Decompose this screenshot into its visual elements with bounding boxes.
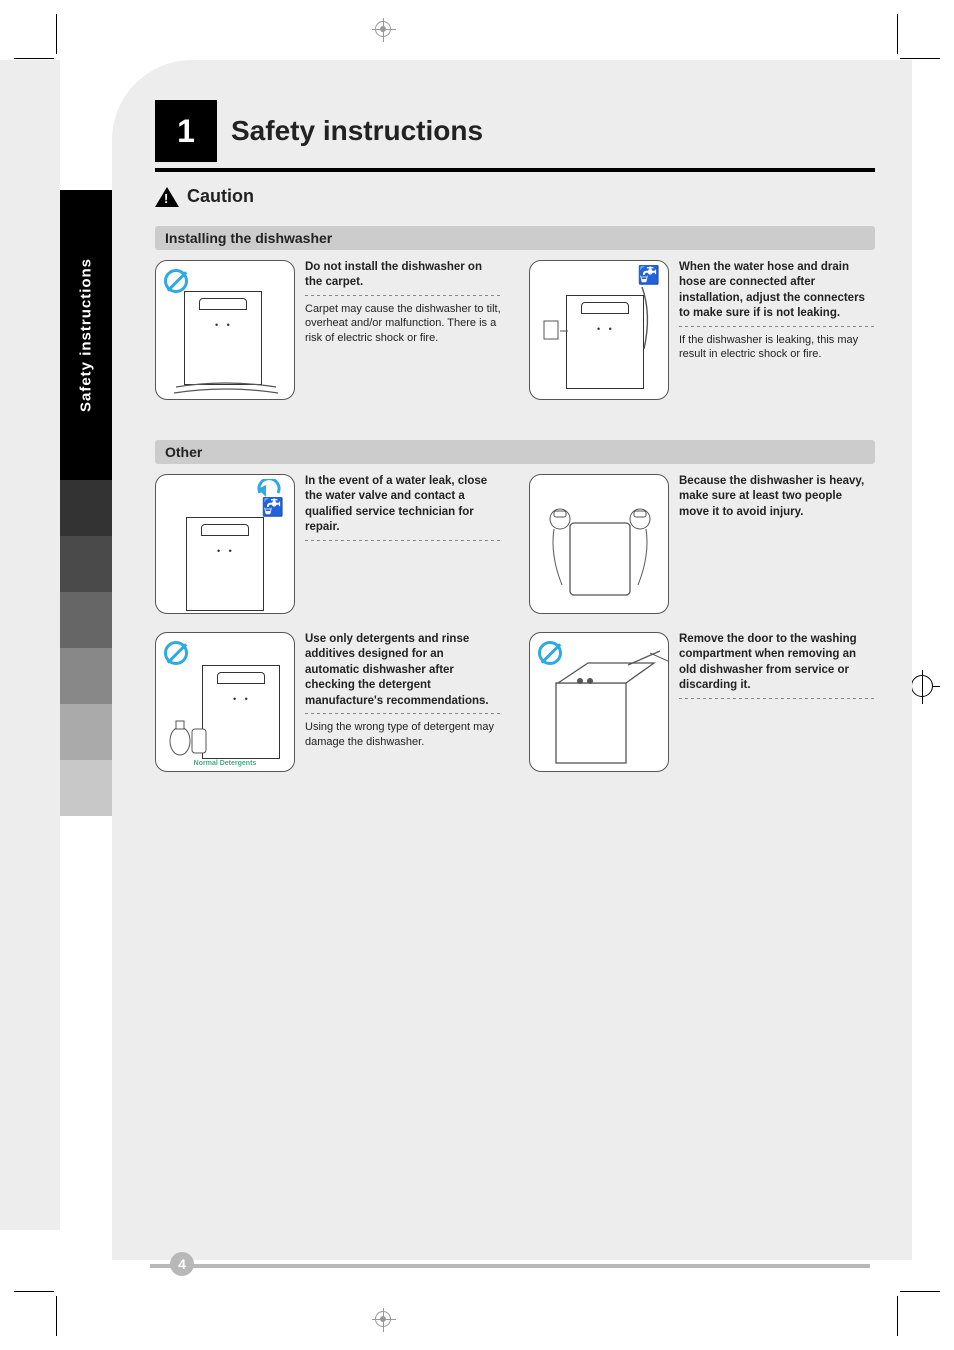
prohibit-icon xyxy=(164,641,188,665)
detergent-label: Normal Detergents xyxy=(156,760,294,767)
page-title: Safety instructions xyxy=(231,115,483,147)
page-bleed-strip xyxy=(0,60,60,1230)
caption-head: In the event of a water leak, close the … xyxy=(305,474,501,536)
page-number: 4 xyxy=(170,1252,194,1276)
caution-icon xyxy=(155,187,179,207)
caption-divider xyxy=(305,540,501,541)
band-installing: Installing the dishwasher xyxy=(155,226,875,250)
tab-2 xyxy=(60,480,112,536)
caption-head: Remove the door to the washing compartme… xyxy=(679,632,875,694)
tab-5 xyxy=(60,648,112,704)
tab-6 xyxy=(60,704,112,760)
carpet-lines xyxy=(156,261,295,400)
caption-body: If the dishwasher is leaking, this may r… xyxy=(679,333,875,363)
print-registration-top xyxy=(372,18,396,42)
fig-install-hoses: 🚰 xyxy=(529,260,669,400)
two-movers-illustration xyxy=(530,475,669,614)
prohibit-icon xyxy=(538,641,562,665)
caution-text: Caution xyxy=(187,186,254,207)
tab-7 xyxy=(60,760,112,816)
caption-divider xyxy=(305,295,501,296)
fig-other-detergent: Normal Detergents xyxy=(155,632,295,772)
caption-body: Carpet may cause the dishwasher to tilt,… xyxy=(305,302,501,347)
print-registration-bottom xyxy=(372,1308,396,1332)
section-number-box: 1 xyxy=(155,100,217,162)
page-title-row: 1 Safety instructions xyxy=(155,100,875,172)
tab-3 xyxy=(60,536,112,592)
fig-other-two-people xyxy=(529,474,669,614)
caption-divider xyxy=(679,698,875,699)
bottles-illustration xyxy=(162,697,222,757)
footer-rule xyxy=(150,1264,870,1270)
side-tabs: Safety instructions xyxy=(60,190,112,816)
caption-head: Do not install the dishwasher on the car… xyxy=(305,260,501,291)
tap-icon: 🚰 xyxy=(262,497,284,518)
caution-label: Caution xyxy=(155,186,254,207)
hose-lines xyxy=(530,261,669,400)
caption-divider xyxy=(305,713,501,714)
fig-other-leak: 🚰 xyxy=(155,474,295,614)
washer-illustration xyxy=(186,517,264,611)
fig-install-no-carpet xyxy=(155,260,295,400)
caption-head: Use only detergents and rinse additives … xyxy=(305,632,501,710)
caption-head: Because the dishwasher is heavy, make su… xyxy=(679,474,875,521)
band-other: Other xyxy=(155,440,875,464)
caption-divider xyxy=(679,326,875,327)
tab-safety: Safety instructions xyxy=(60,190,112,480)
caption-head: When the water hose and drain hose are c… xyxy=(679,260,875,322)
caption-body: Using the wrong type of detergent may da… xyxy=(305,720,501,750)
fig-other-remove-door xyxy=(529,632,669,772)
tab-4 xyxy=(60,592,112,648)
